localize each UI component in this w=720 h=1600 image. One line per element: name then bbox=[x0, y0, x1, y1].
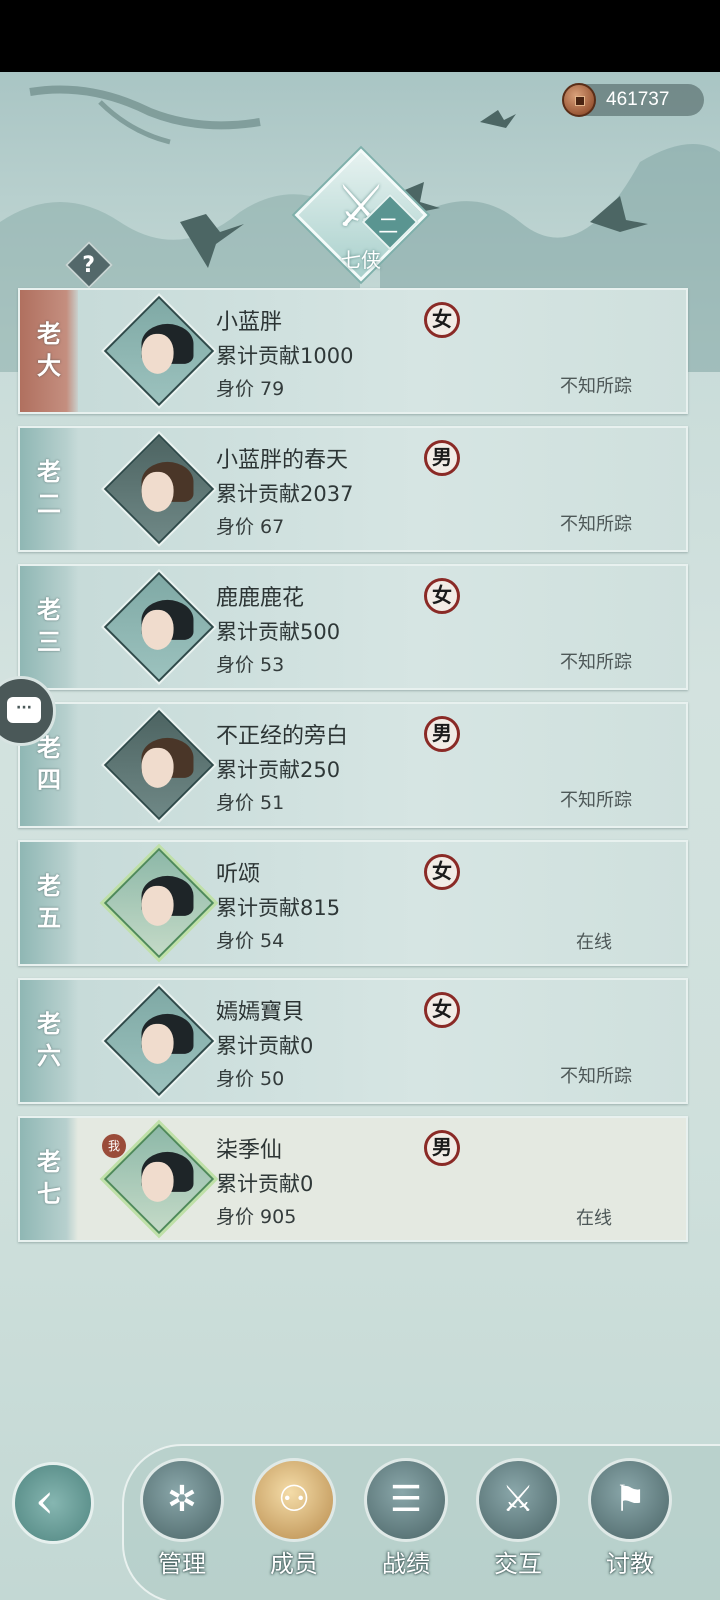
avatar-face bbox=[141, 333, 174, 374]
member-contribution: 累计贡献0 bbox=[216, 1172, 314, 1196]
nav-members[interactable]: ⚇ 成员 bbox=[250, 1458, 338, 1578]
nav-label: 管理 bbox=[158, 1550, 206, 1578]
member-contribution: 累计贡献815 bbox=[216, 896, 341, 920]
member-list: 老大 小蓝胖 累计贡献1000 身价 79 女 不知所踪 老二 小蓝胖的春天 累… bbox=[18, 288, 688, 1254]
record-scroll-icon: ☰ bbox=[364, 1458, 448, 1542]
member-name: 不正经的旁白 bbox=[216, 724, 349, 749]
member-name: 嫣嫣寶貝 bbox=[216, 1000, 305, 1025]
member-status: 不知所踪 bbox=[560, 1066, 632, 1087]
member-name: 小蓝胖的春天 bbox=[216, 448, 349, 473]
avatar[interactable] bbox=[103, 295, 215, 407]
rank-label: 老大 bbox=[37, 319, 61, 380]
member-contribution: 累计贡献1000 bbox=[216, 344, 354, 368]
copper-coin-icon bbox=[562, 83, 596, 117]
member-card[interactable]: 老大 小蓝胖 累计贡献1000 身价 79 女 不知所踪 bbox=[18, 288, 688, 414]
rank-tab: 老三 bbox=[20, 566, 78, 688]
member-contribution: 累计贡献500 bbox=[216, 620, 341, 644]
member-card-self[interactable]: 老七 我 柒季仙 累计贡献0 身价 905 男 在线 bbox=[18, 1116, 688, 1242]
avatar-face bbox=[141, 1023, 174, 1064]
chat-icon: ··· bbox=[7, 697, 41, 723]
avatar-face bbox=[141, 885, 174, 926]
nav-spar[interactable]: ⚑ 讨教 bbox=[586, 1458, 674, 1578]
member-card[interactable]: 老五 听颂 累计贡献815 身价 54 女 在线 bbox=[18, 840, 688, 966]
member-status: 在线 bbox=[576, 1208, 612, 1229]
nav-label: 讨教 bbox=[606, 1550, 654, 1578]
nav-label: 成员 bbox=[270, 1550, 318, 1578]
member-status: 不知所踪 bbox=[560, 790, 632, 811]
rank-label: 老七 bbox=[37, 1147, 61, 1208]
member-price: 身价 905 bbox=[216, 1206, 297, 1228]
member-price: 身价 79 bbox=[216, 378, 285, 400]
manage-icon: ✲ bbox=[140, 1458, 224, 1542]
avatar[interactable] bbox=[103, 985, 215, 1097]
member-price: 身价 67 bbox=[216, 516, 285, 538]
member-status: 不知所踪 bbox=[560, 652, 632, 673]
avatar-face bbox=[141, 471, 174, 512]
self-badge: 我 bbox=[102, 1134, 126, 1158]
currency-value: 461737 bbox=[606, 89, 670, 110]
nav-record[interactable]: ☰ 战绩 bbox=[362, 1458, 450, 1578]
interact-icon: ⚔ bbox=[476, 1458, 560, 1542]
rank-label: 老五 bbox=[37, 871, 61, 932]
rank-tab: 老七 bbox=[20, 1118, 78, 1240]
member-card[interactable]: 老四 不正经的旁白 累计贡献250 身价 51 男 不知所踪 bbox=[18, 702, 688, 828]
nav-label: 战绩 bbox=[382, 1550, 430, 1578]
avatar-face bbox=[141, 609, 174, 650]
rank-label: 老六 bbox=[37, 1009, 61, 1070]
gender-male-icon: 男 bbox=[424, 716, 460, 752]
gender-female-icon: 女 bbox=[424, 302, 460, 338]
back-arrow-icon: ‹ bbox=[35, 1473, 55, 1529]
nav-label: 交互 bbox=[494, 1550, 542, 1578]
rank-tab: 老二 bbox=[20, 428, 78, 550]
member-contribution: 累计贡献2037 bbox=[216, 482, 354, 506]
member-name: 柒季仙 bbox=[216, 1138, 283, 1163]
rank-tab: 老五 bbox=[20, 842, 78, 964]
member-contribution: 累计贡献0 bbox=[216, 1034, 314, 1058]
member-price: 身价 51 bbox=[216, 792, 285, 814]
avatar[interactable] bbox=[103, 847, 215, 959]
back-button[interactable]: ‹ bbox=[12, 1462, 94, 1544]
member-name: 小蓝胖 bbox=[216, 310, 283, 335]
member-price: 身价 54 bbox=[216, 930, 285, 952]
avatar[interactable] bbox=[103, 571, 215, 683]
rank-tab: 老大 bbox=[20, 290, 78, 412]
member-price: 身价 50 bbox=[216, 1068, 285, 1090]
member-contribution: 累计贡献250 bbox=[216, 758, 341, 782]
currency-display[interactable]: 461737 bbox=[562, 83, 704, 117]
gender-male-icon: 男 bbox=[424, 440, 460, 476]
member-status: 不知所踪 bbox=[560, 514, 632, 535]
nav-interact[interactable]: ⚔ 交互 bbox=[474, 1458, 562, 1578]
spar-icon: ⚑ bbox=[588, 1458, 672, 1542]
help-icon: ? bbox=[82, 252, 96, 278]
member-name: 听颂 bbox=[216, 862, 261, 887]
rank-label: 老三 bbox=[37, 595, 61, 656]
rank-label: 老二 bbox=[37, 457, 61, 518]
nav-manage[interactable]: ✲ 管理 bbox=[138, 1458, 226, 1578]
gender-female-icon: 女 bbox=[424, 854, 460, 890]
gender-female-icon: 女 bbox=[424, 578, 460, 614]
avatar-face bbox=[141, 747, 174, 788]
member-name: 鹿鹿鹿花 bbox=[216, 586, 305, 611]
faction-name: 七侠 bbox=[341, 248, 381, 272]
avatar[interactable] bbox=[103, 709, 215, 821]
guild-members-screen: 461737 ⚔ 七侠 二 ? 老大 小蓝胖 累计贡献1000 身价 79 女 … bbox=[0, 72, 720, 1600]
members-icon: ⚇ bbox=[252, 1458, 336, 1542]
faction-rank: 二 bbox=[378, 213, 399, 238]
member-status: 在线 bbox=[576, 932, 612, 953]
avatar-face bbox=[141, 1161, 174, 1202]
member-card[interactable]: 老六 嫣嫣寶貝 累计贡献0 身价 50 女 不知所踪 bbox=[18, 978, 688, 1104]
gender-male-icon: 男 bbox=[424, 1130, 460, 1166]
member-card[interactable]: 老二 小蓝胖的春天 累计贡献2037 身价 67 男 不知所踪 bbox=[18, 426, 688, 552]
rank-tab: 老六 bbox=[20, 980, 78, 1102]
member-status: 不知所踪 bbox=[560, 376, 632, 397]
member-card[interactable]: 老三 鹿鹿鹿花 累计贡献500 身价 53 女 不知所踪 bbox=[18, 564, 688, 690]
gender-female-icon: 女 bbox=[424, 992, 460, 1028]
member-price: 身价 53 bbox=[216, 654, 285, 676]
avatar[interactable] bbox=[103, 433, 215, 545]
rank-label: 老四 bbox=[37, 733, 61, 794]
